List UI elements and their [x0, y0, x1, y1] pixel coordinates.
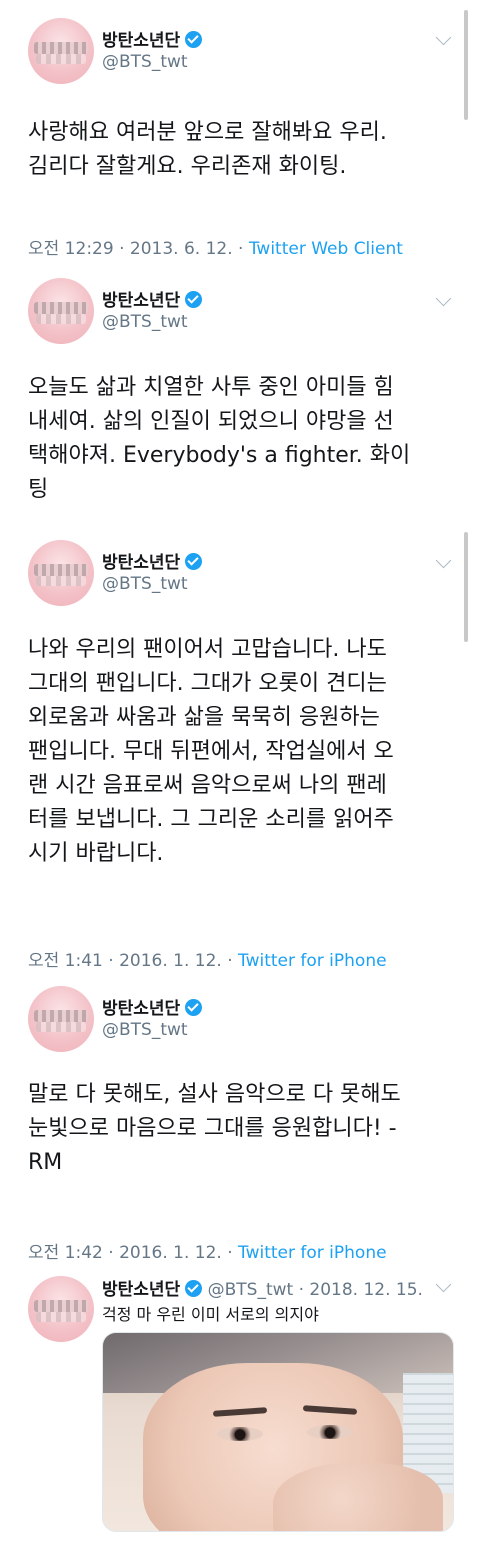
user-handle[interactable]: @BTS_twt — [102, 1020, 188, 1040]
chevron-down-icon[interactable] — [435, 29, 452, 46]
display-name[interactable]: 방탄소년단 — [102, 286, 203, 311]
tweet-text: 사랑해요 여러분 앞으로 잘해봐요 우리. 김리다 잘할게요. 우리존재 화이팅… — [28, 120, 387, 179]
tweet-text: 나와 우리의 팬이어서 고맙습니다. 나도 그대의 팬입니다. 그대가 오롯이 … — [28, 637, 394, 866]
tweet-header: 방탄소년단 @BTS_twt · 2018. 12. 15. — [102, 1275, 423, 1300]
tweet-source-link[interactable]: Twitter for iPhone — [238, 1243, 387, 1263]
chevron-down-icon[interactable] — [435, 552, 452, 569]
photo-hand — [273, 1463, 443, 1531]
chevron-down-icon[interactable] — [435, 1276, 452, 1293]
verified-badge-icon — [185, 31, 203, 48]
tweet-photo[interactable] — [102, 1332, 454, 1532]
verified-badge-icon — [185, 291, 203, 308]
photo-eye — [307, 1425, 353, 1439]
user-handle[interactable]: @BTS_twt — [208, 1280, 294, 1300]
scrollbar[interactable] — [464, 532, 468, 642]
tweet-timestamp: 오전 1:42 · 2016. 1. 12. · Twitter for iPh… — [28, 1243, 387, 1263]
tweet-text: 말로 다 못해도, 설사 음악으로 다 못해도 눈빛으로 마음으로 그대를 응원… — [28, 1082, 401, 1175]
tweet-source-link[interactable]: Twitter for iPhone — [238, 951, 387, 971]
avatar[interactable] — [28, 986, 94, 1052]
tweet-timestamp: 오전 1:41 · 2016. 1. 12. · Twitter for iPh… — [28, 951, 387, 971]
verified-badge-icon — [185, 553, 203, 570]
user-handle[interactable]: @BTS_twt — [102, 312, 188, 332]
avatar[interactable] — [28, 18, 94, 84]
tweet-date: · 2018. 12. 15. — [293, 1280, 423, 1300]
avatar[interactable] — [28, 540, 94, 606]
verified-badge-icon — [185, 1280, 203, 1297]
display-name[interactable]: 방탄소년단 — [102, 548, 203, 573]
user-handle[interactable]: @BTS_twt — [102, 52, 188, 72]
display-name[interactable]: 방탄소년단 — [102, 26, 203, 51]
avatar[interactable] — [28, 1276, 94, 1342]
user-handle[interactable]: @BTS_twt — [102, 574, 188, 594]
tweet-text: 오늘도 삶과 치열한 사투 중인 아미들 힘 내세여. 삶의 인질이 되었으니 … — [28, 375, 411, 502]
scrollbar[interactable] — [464, 10, 468, 120]
avatar[interactable] — [28, 278, 94, 344]
tweet-text: 걱정 마 우린 이미 서로의 의지야 — [102, 1305, 319, 1324]
verified-badge-icon — [185, 999, 203, 1016]
tweet-source-link[interactable]: Twitter Web Client — [249, 239, 403, 259]
tweet-timestamp: 오전 12:29 · 2013. 6. 12. · Twitter Web Cl… — [28, 239, 403, 259]
display-name[interactable]: 방탄소년단 — [102, 994, 203, 1019]
photo-eye — [217, 1427, 263, 1441]
chevron-down-icon[interactable] — [435, 290, 452, 307]
display-name[interactable]: 방탄소년단 — [102, 1280, 180, 1300]
